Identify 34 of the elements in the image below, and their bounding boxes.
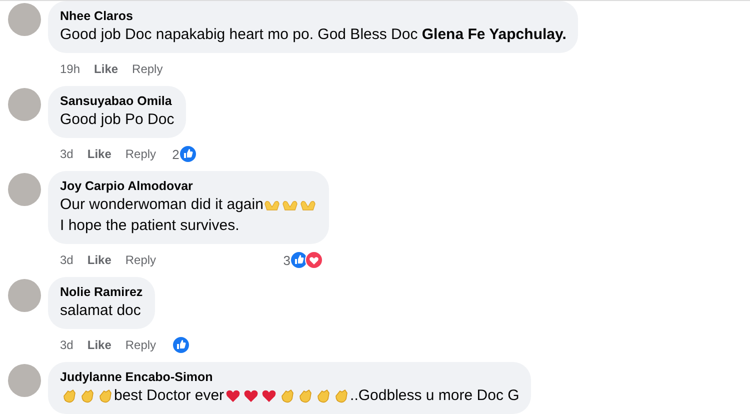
comment-text: Our wonderwoman did it again <box>60 195 264 215</box>
commenter-name[interactable]: Joy Carpio Almodovar <box>60 178 318 194</box>
heart-icon <box>261 388 278 404</box>
commenter-name[interactable]: Judylanne Encabo-Simon <box>60 369 520 385</box>
comment-timestamp[interactable]: 3d <box>60 147 74 161</box>
avatar-placeholder <box>8 173 41 206</box>
comment-text: ..Godbless u more Doc G <box>350 386 520 406</box>
reply-link[interactable]: Reply <box>125 253 156 267</box>
like-link[interactable]: Like <box>87 147 112 161</box>
avatar-placeholder <box>8 279 41 312</box>
reaction-count[interactable]: 3 <box>283 252 290 268</box>
commenter-name[interactable]: Sansuyabao Omila <box>60 93 174 109</box>
reply-link[interactable]: Reply <box>125 338 156 352</box>
avatar-placeholder <box>8 88 41 121</box>
comment-text: Good job Doc napakabig heart mo po. God Bless Doc Glena Fe Yapchulay. <box>60 25 566 45</box>
like-link[interactable]: Like <box>87 253 112 267</box>
reply-link[interactable]: Reply <box>132 62 163 76</box>
comment-timestamp[interactable]: 3d <box>60 253 74 267</box>
heart-icon <box>243 388 260 404</box>
like-link[interactable]: Like <box>94 62 118 76</box>
commenter-name[interactable]: Nhee Claros <box>60 8 566 24</box>
comment-text: salamat doc <box>60 301 141 321</box>
heart-icon <box>225 388 242 404</box>
comment-text: best Doctor ever <box>114 386 224 406</box>
comment-text: Good job Po Doc <box>60 110 174 130</box>
commenter-name[interactable]: Nolie Ramirez <box>60 284 143 300</box>
comment-text: I hope the patient survives. <box>60 216 240 236</box>
reaction-count[interactable]: 2 <box>172 146 180 162</box>
avatar-placeholder <box>8 3 41 36</box>
comment-timestamp[interactable]: 3d <box>60 338 74 352</box>
avatar-placeholder <box>8 364 41 397</box>
reply-link[interactable]: Reply <box>125 147 156 161</box>
like-link[interactable]: Like <box>87 338 112 352</box>
comment-timestamp[interactable]: 19h <box>60 62 80 76</box>
